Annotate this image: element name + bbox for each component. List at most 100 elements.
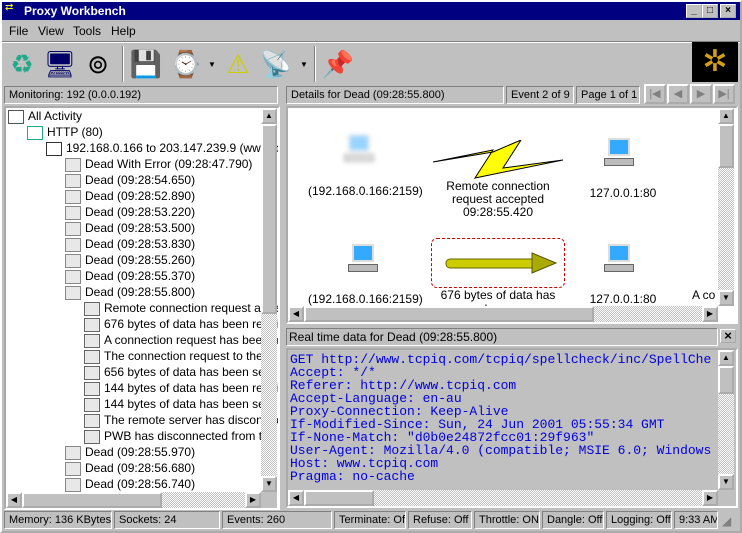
recycle-button[interactable]: ♻ — [4, 46, 40, 82]
tree-item[interactable]: Dead (09:28:52.890) — [65, 188, 195, 204]
details-diagram: (192.168.0.166:2159) Remote connection r… — [286, 106, 738, 324]
tree-item-label: The remote server has disconnec — [104, 413, 280, 427]
tree-item[interactable]: 676 bytes of data has been recei — [84, 316, 278, 332]
realtime-vertical-scrollbar[interactable]: ▲ ▼ — [718, 350, 734, 490]
realtime-horizontal-scrollbar[interactable]: ◀ ▶ — [288, 490, 718, 506]
diagram-vertical-scrollbar[interactable]: ▲ ▼ — [718, 108, 734, 306]
realtime-close-button[interactable]: × — [720, 329, 736, 343]
scroll-up-button[interactable]: ▲ — [718, 350, 734, 366]
selected-event[interactable] — [431, 238, 565, 288]
menu-view[interactable]: View — [38, 22, 64, 40]
tree-item[interactable]: Dead (09:28:54.650) — [65, 172, 195, 188]
tree-item-label: 144 bytes of data has been recei — [104, 381, 279, 395]
tree-item[interactable]: All Activity — [8, 108, 82, 124]
status-refuse[interactable]: Refuse: Off — [408, 511, 472, 529]
tree-item-label: 676 bytes of data has been recei — [104, 317, 279, 331]
scroll-thumb[interactable] — [718, 366, 734, 394]
close-button[interactable]: × — [720, 4, 736, 18]
scroll-thumb[interactable] — [261, 124, 277, 314]
server-address: 127.0.0.1:80 — [589, 292, 657, 306]
realtime-data-view[interactable]: GET http://www.tcpiq.com/tcpiq/spellchec… — [286, 348, 738, 508]
tree-item[interactable]: The connection request to the re — [84, 348, 277, 364]
menu-file[interactable]: File — [9, 22, 28, 40]
warning-button[interactable]: ⚠ — [220, 46, 256, 82]
tree-item[interactable]: 144 bytes of data has been recei — [84, 380, 278, 396]
event-description: Remote connection request accepted 09:28:… — [446, 179, 550, 219]
status-terminate[interactable]: Terminate: Off — [334, 511, 406, 529]
tree-item[interactable]: 144 bytes of data has been sent t — [84, 396, 278, 412]
menu-tools[interactable]: Tools — [73, 22, 101, 40]
minimize-button[interactable]: _ — [686, 4, 702, 18]
tree-vertical-scrollbar[interactable]: ▲ ▼ — [261, 108, 277, 492]
tree-item[interactable]: Dead (09:28:53.220) — [65, 204, 195, 220]
tree-item[interactable]: PWB has disconnected from the — [84, 428, 275, 444]
tree-item[interactable]: 192.168.0.166 to 203.147.239.9 (www.tc — [46, 140, 280, 156]
diagram-horizontal-scrollbar[interactable]: ◀ ▶ — [288, 306, 718, 322]
client-address: (192.168.0.166:2159) — [308, 292, 423, 306]
dish-dropdown-arrow[interactable]: ▼ — [300, 60, 308, 69]
divider — [2, 41, 740, 43]
scroll-thumb[interactable] — [304, 306, 594, 322]
connection-icon — [46, 141, 62, 156]
session-icon — [65, 269, 81, 284]
resize-grip[interactable]: ◢ — [722, 514, 731, 528]
scroll-right-button[interactable]: ▶ — [702, 490, 718, 506]
toolbar-separator — [122, 46, 124, 82]
prev-event-button[interactable]: ◀ — [667, 84, 689, 104]
scroll-down-button[interactable]: ▼ — [261, 476, 277, 492]
tree-item[interactable]: Dead (09:28:55.260) — [65, 252, 195, 268]
tree-item[interactable]: Dead (09:28:53.830) — [65, 236, 195, 252]
tree-item[interactable]: Dead (09:28:55.800) — [65, 284, 195, 300]
binoculars-button[interactable]: ⊚ — [80, 46, 116, 82]
scroll-down-button[interactable]: ▼ — [718, 474, 734, 490]
scroll-left-button[interactable]: ◀ — [6, 492, 22, 508]
tree-item[interactable]: Dead (09:28:55.970) — [65, 444, 195, 460]
tree-item[interactable]: The remote server has disconnec — [84, 412, 280, 428]
note-pin-button[interactable]: 📌 — [320, 46, 356, 82]
scroll-down-button[interactable]: ▼ — [718, 290, 734, 306]
scroll-thumb[interactable] — [304, 490, 374, 506]
scroll-right-button[interactable]: ▶ — [245, 492, 261, 508]
next-event-button[interactable]: ▶ — [690, 84, 712, 104]
tree-item[interactable]: Dead (09:28:56.740) — [65, 476, 195, 492]
scroll-thumb[interactable] — [718, 124, 734, 168]
app-icon: ⇄ — [5, 2, 14, 13]
scroll-up-button[interactable]: ▲ — [718, 108, 734, 124]
event-counter: Event 2 of 9 — [506, 86, 574, 104]
scroll-left-button[interactable]: ◀ — [288, 490, 304, 506]
tree-item[interactable]: A connection request has been m — [84, 332, 278, 348]
event-icon — [84, 413, 100, 428]
status-dangle[interactable]: Dangle: Off — [542, 511, 604, 529]
last-event-button[interactable]: ▶| — [713, 84, 735, 104]
tree-item-label: 192.168.0.166 to 203.147.239.9 (www.tc — [66, 141, 280, 155]
event-icon — [84, 317, 100, 332]
tree-item-label: Dead (09:28:54.650) — [85, 173, 196, 187]
scroll-left-button[interactable]: ◀ — [288, 306, 304, 322]
menu-help[interactable]: Help — [111, 22, 136, 40]
first-event-button[interactable]: |◀ — [644, 84, 666, 104]
scroll-thumb[interactable] — [22, 492, 162, 508]
tree-item[interactable]: Remote connection request acce — [84, 300, 278, 316]
tree-item-label: Dead (09:28:52.890) — [85, 189, 196, 203]
tree-item[interactable]: Dead (09:28:56.680) — [65, 460, 195, 476]
tree-item[interactable]: 656 bytes of data has been sent t — [84, 364, 278, 380]
tree-item-label: All Activity — [28, 109, 83, 123]
tree-item-label: Dead (09:28:56.680) — [85, 461, 196, 475]
status-logging[interactable]: Logging: Off — [606, 511, 672, 529]
scroll-up-button[interactable]: ▲ — [261, 108, 277, 124]
watch-dropdown-arrow[interactable]: ▼ — [208, 60, 216, 69]
tree-item[interactable]: Dead With Error (09:28:47.790) — [65, 156, 252, 172]
satellite-dish-button[interactable]: 📡 — [258, 46, 294, 82]
tree-item[interactable]: HTTP (80) — [27, 124, 103, 140]
tree-item[interactable]: Dead (09:28:53.500) — [65, 220, 195, 236]
save-button[interactable]: 💾 — [128, 46, 164, 82]
tree-item-label: Dead (09:28:55.800) — [85, 285, 196, 299]
tree-item[interactable]: Dead (09:28:55.370) — [65, 268, 195, 284]
watch-button[interactable]: ⌚ — [168, 46, 204, 82]
session-icon — [65, 285, 81, 300]
computer-button[interactable]: 🖥 — [42, 46, 78, 82]
maximize-button[interactable]: □ — [702, 4, 718, 18]
scroll-right-button[interactable]: ▶ — [702, 306, 718, 322]
status-throttle[interactable]: Throttle: ON — [474, 511, 540, 529]
tree-horizontal-scrollbar[interactable]: ◀ ▶ — [6, 492, 261, 508]
